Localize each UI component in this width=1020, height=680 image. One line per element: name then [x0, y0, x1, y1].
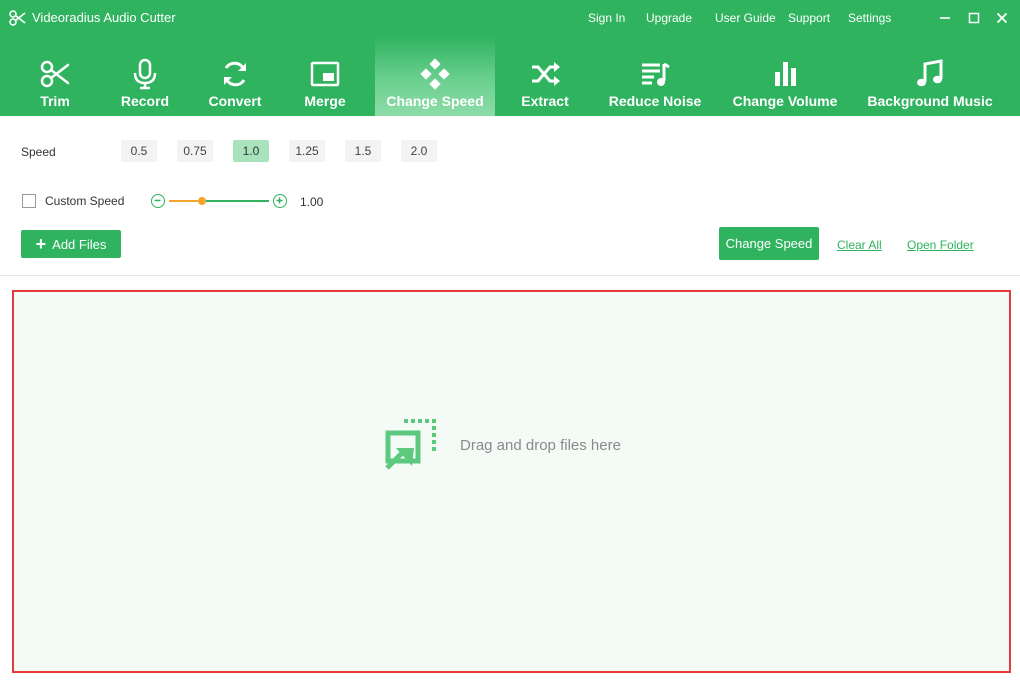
merge-icon: [310, 61, 340, 87]
speed-options-panel: Speed 0.5 0.75 1.0 1.25 1.5 2.0 Custom S…: [0, 116, 1020, 276]
increase-speed-button[interactable]: [273, 194, 287, 208]
tab-merge[interactable]: Merge: [280, 36, 370, 116]
tab-trim-label: Trim: [40, 93, 70, 109]
tab-reduce-noise-label: Reduce Noise: [608, 93, 702, 109]
upgrade-link[interactable]: Upgrade: [646, 11, 692, 25]
title-bar: Videoradius Audio Cutter Sign In Upgrade…: [0, 0, 1020, 36]
speed-icon: [420, 58, 450, 90]
file-drop-zone[interactable]: Drag and drop files here: [12, 290, 1011, 673]
speed-option-0-75[interactable]: 0.75: [177, 140, 213, 162]
close-icon: [996, 12, 1008, 24]
music-note-icon: [917, 59, 943, 87]
open-folder-link[interactable]: Open Folder: [907, 238, 974, 252]
speed-option-1-25[interactable]: 1.25: [289, 140, 325, 162]
tab-background-music[interactable]: Background Music: [862, 36, 998, 116]
add-files-button[interactable]: + Add Files: [21, 230, 121, 258]
volume-bars-icon: [775, 62, 796, 86]
sign-in-link[interactable]: Sign In: [588, 11, 625, 25]
settings-link[interactable]: Settings: [848, 11, 891, 25]
scissors-icon: [9, 10, 26, 26]
maximize-button[interactable]: [964, 8, 984, 28]
tab-change-speed[interactable]: Change Speed: [375, 36, 495, 116]
tab-record[interactable]: Record: [100, 36, 190, 116]
tab-extract-label: Extract: [521, 93, 569, 109]
shuffle-icon: [532, 62, 560, 86]
speed-slider-thumb[interactable]: [198, 197, 206, 205]
speed-option-1-0[interactable]: 1.0: [233, 140, 269, 162]
speed-option-0-5[interactable]: 0.5: [121, 140, 157, 162]
scissors-icon: [40, 60, 70, 88]
tab-change-volume[interactable]: Change Volume: [725, 36, 845, 116]
support-link[interactable]: Support: [788, 11, 830, 25]
plus-icon: +: [35, 234, 47, 254]
tab-record-label: Record: [120, 93, 170, 109]
speed-option-2-0[interactable]: 2.0: [401, 140, 437, 162]
microphone-icon: [133, 58, 157, 90]
tab-change-volume-label: Change Volume: [732, 93, 838, 109]
add-files-label: Add Files: [52, 236, 107, 252]
playlist-icon: [642, 62, 670, 86]
speed-label: Speed: [21, 145, 56, 159]
clear-all-link[interactable]: Clear All: [837, 238, 882, 252]
tab-reduce-noise[interactable]: Reduce Noise: [600, 36, 710, 116]
tool-tabs: Trim Record Convert Merge Change Speed E…: [0, 36, 1020, 116]
tab-background-music-label: Background Music: [867, 93, 993, 109]
tab-change-speed-label: Change Speed: [386, 93, 484, 109]
maximize-icon: [968, 12, 980, 24]
tab-trim[interactable]: Trim: [10, 36, 100, 116]
minimize-icon: [940, 17, 950, 19]
tab-convert[interactable]: Convert: [190, 36, 280, 116]
change-speed-button[interactable]: Change Speed: [719, 227, 819, 260]
minus-icon: [154, 199, 161, 202]
drag-drop-icon: [385, 419, 436, 470]
custom-speed-value: 1.00: [300, 195, 324, 209]
drop-hint-text: Drag and drop files here: [460, 437, 621, 454]
minimize-button[interactable]: [935, 8, 955, 28]
speed-option-1-5[interactable]: 1.5: [345, 140, 381, 162]
user-guide-link[interactable]: User Guide: [715, 11, 776, 25]
custom-speed-checkbox[interactable]: [22, 194, 36, 208]
tab-extract[interactable]: Extract: [500, 36, 590, 116]
refresh-icon: [224, 61, 246, 87]
close-button[interactable]: [992, 8, 1012, 28]
custom-speed-label: Custom Speed: [45, 194, 125, 208]
tab-convert-label: Convert: [208, 93, 262, 109]
decrease-speed-button[interactable]: [151, 194, 165, 208]
plus-icon: [276, 197, 283, 204]
app-title: Videoradius Audio Cutter: [32, 10, 176, 25]
tab-merge-label: Merge: [304, 93, 346, 109]
